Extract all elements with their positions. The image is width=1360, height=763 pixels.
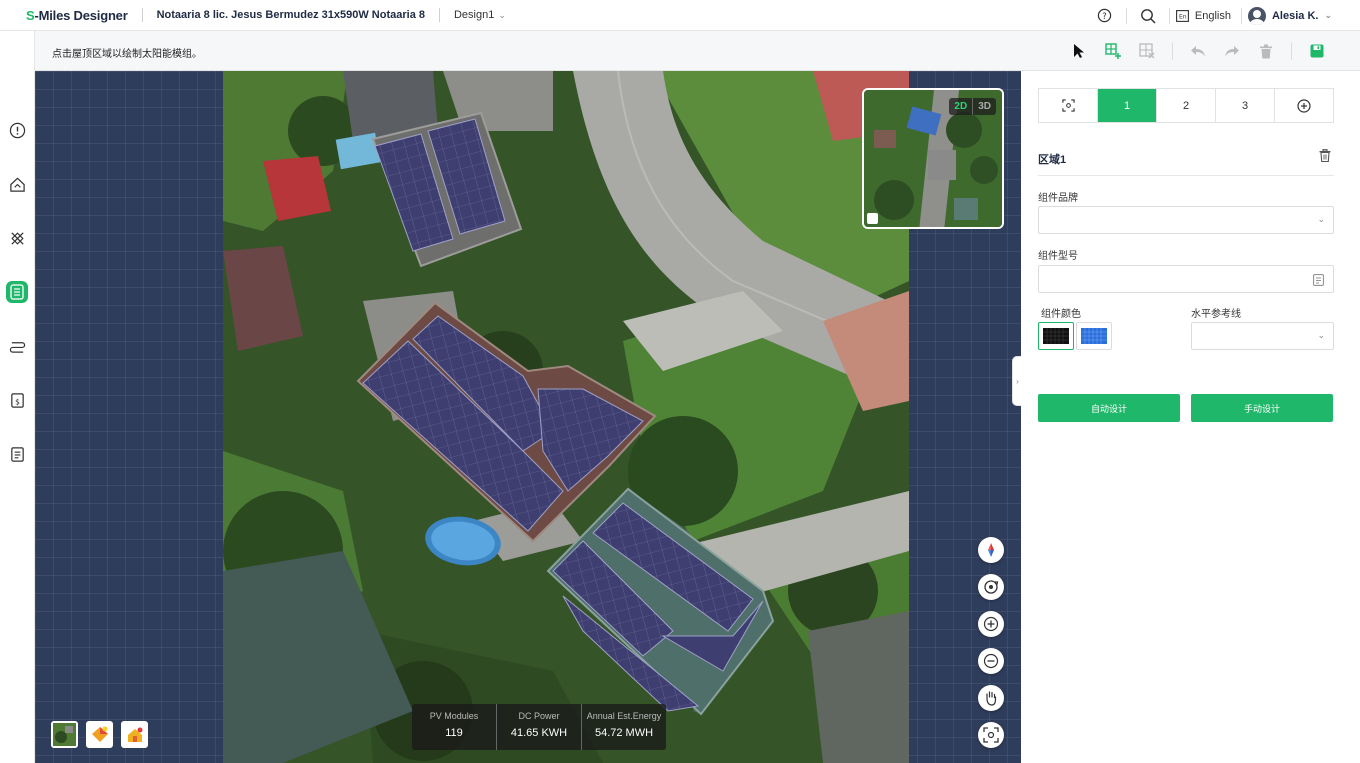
chevron-down-icon: ⌄: [1324, 10, 1332, 20]
reference-line-select[interactable]: ⌄: [1191, 322, 1334, 350]
annual-energy-stat: Annual Est.Energy 54.72 MWH: [582, 704, 666, 750]
language-label: English: [1194, 9, 1231, 22]
header-divider: [1240, 7, 1242, 24]
save-icon[interactable]: [1300, 31, 1334, 71]
top-header: S-Miles Designer Notaaria 8 lic. Jesus B…: [0, 0, 1360, 31]
module-color-label: 组件颜色: [1041, 309, 1081, 320]
language-selector[interactable]: En English: [1175, 9, 1231, 22]
bill-of-materials-icon[interactable]: $: [6, 389, 28, 411]
header-divider: [438, 8, 440, 22]
toolbar-divider: [1172, 42, 1173, 60]
divider: [1038, 175, 1334, 176]
document-icon: [1313, 274, 1324, 286]
svg-text:En: En: [1179, 13, 1187, 20]
module-brand-label: 组件品牌: [1038, 193, 1078, 204]
rotate-icon[interactable]: [978, 574, 1004, 600]
module-model-label: 组件型号: [1038, 251, 1078, 262]
chevron-down-icon: ⌄: [498, 9, 506, 20]
add-area-icon[interactable]: [1275, 89, 1333, 122]
house-layer-icon[interactable]: [121, 721, 148, 748]
select-area-icon[interactable]: [1039, 89, 1098, 122]
area-settings-panel: 1 2 3 区域1 组件品牌 ⌄ 组件型号 组件颜色 水平参考线 ⌄ 自动设计 …: [1021, 71, 1360, 763]
remove-panel-icon[interactable]: [1130, 31, 1164, 71]
user-name: Alesia K.: [1271, 9, 1319, 22]
satellite-map[interactable]: [223, 71, 909, 763]
zoom-in-icon[interactable]: [978, 611, 1004, 637]
chevron-down-icon: ⌄: [1317, 214, 1325, 224]
compass-icon[interactable]: [978, 537, 1004, 563]
project-name: Notaaria 8 lic. Jesus Bermudez 31x590W N…: [156, 9, 425, 21]
svg-text:$: $: [15, 397, 20, 406]
language-icon: En: [1175, 9, 1189, 22]
roof-icon[interactable]: [6, 173, 28, 195]
tab-area-2[interactable]: 2: [1157, 89, 1216, 122]
canvas-toolbar: 点击屋顶区域以绘制太阳能模组。: [35, 31, 1360, 71]
header-divider: [1168, 7, 1170, 24]
area-title: 区域1: [1038, 154, 1067, 166]
instruction-hint: 点击屋顶区域以绘制太阳能模组。: [52, 49, 202, 60]
module-model-field[interactable]: [1038, 265, 1334, 293]
user-menu[interactable]: Alesia K. ⌄: [1247, 6, 1332, 25]
search-icon[interactable]: [1133, 0, 1163, 31]
solar-panel-icon[interactable]: [6, 281, 28, 303]
design-summary: PV Modules 119 DC Power 41.65 KWH Annual…: [412, 704, 666, 750]
mode-2d-button[interactable]: 2D: [949, 98, 972, 115]
module-brand-select[interactable]: ⌄: [1038, 206, 1334, 234]
design-canvas[interactable]: 2D 3D PV Modules 119 DC Power 41.65 KWH …: [35, 71, 1021, 763]
fit-view-icon[interactable]: [978, 722, 1004, 748]
mode-3d-button[interactable]: 3D: [972, 98, 996, 115]
tab-area-3[interactable]: 3: [1216, 89, 1275, 122]
shading-layer-icon[interactable]: [86, 721, 113, 748]
manual-design-button[interactable]: 手动设计: [1191, 394, 1333, 422]
toolbar-divider: [1291, 42, 1292, 60]
stat-value: 41.65 KWH: [510, 727, 568, 739]
pan-hand-icon[interactable]: [978, 685, 1004, 711]
chevron-down-icon: ⌄: [1317, 330, 1325, 340]
left-sidebar: $: [0, 31, 35, 763]
app-logo[interactable]: S-Miles Designer: [26, 8, 128, 23]
svg-text:?: ?: [1103, 11, 1107, 21]
report-icon[interactable]: [6, 443, 28, 465]
stat-value: 119: [445, 727, 463, 739]
zoom-out-icon[interactable]: [978, 648, 1004, 674]
delete-icon[interactable]: [1249, 31, 1283, 71]
avatar: [1247, 6, 1266, 25]
trash-icon[interactable]: [1319, 148, 1331, 167]
area-tabs: 1 2 3: [1038, 88, 1334, 123]
design-selector[interactable]: Design1 ⌄: [454, 9, 506, 21]
reference-line-label: 水平参考线: [1191, 309, 1241, 320]
add-panel-icon[interactable]: [1096, 31, 1130, 71]
stat-label: Annual Est.Energy: [586, 711, 662, 721]
minimap[interactable]: 2D 3D: [862, 88, 1004, 229]
map-layer-switcher: [51, 721, 148, 748]
obstacle-icon[interactable]: [6, 227, 28, 249]
select-cursor-icon[interactable]: [1062, 31, 1096, 71]
header-divider: [141, 8, 143, 22]
tab-area-1[interactable]: 1: [1098, 89, 1157, 122]
help-icon[interactable]: ?: [1090, 0, 1120, 31]
stat-label: PV Modules: [429, 711, 479, 721]
redo-icon[interactable]: [1215, 31, 1249, 71]
string-wiring-icon[interactable]: [6, 335, 28, 357]
blue-module-swatch[interactable]: [1076, 322, 1112, 350]
minimap-expand-icon[interactable]: [867, 213, 878, 224]
undo-icon[interactable]: [1181, 31, 1215, 71]
design-name: Design1: [453, 9, 495, 21]
auto-design-button[interactable]: 自动设计: [1038, 394, 1180, 422]
pv-modules-stat: PV Modules 119: [412, 704, 497, 750]
satellite-layer-icon[interactable]: [51, 721, 78, 748]
view-mode-toggle[interactable]: 2D 3D: [949, 98, 996, 115]
stat-label: DC Power: [518, 711, 560, 721]
dc-power-stat: DC Power 41.65 KWH: [497, 704, 582, 750]
header-divider: [1125, 7, 1127, 24]
black-module-swatch[interactable]: [1038, 322, 1074, 350]
alert-icon[interactable]: [6, 119, 28, 141]
stat-value: 54.72 MWH: [594, 727, 654, 739]
